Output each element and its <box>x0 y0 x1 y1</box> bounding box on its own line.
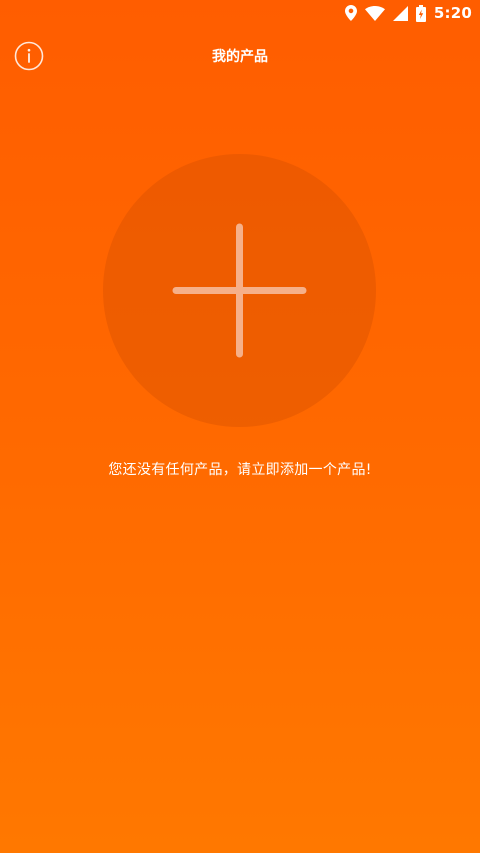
status-bar: 5:20 <box>0 0 480 25</box>
battery-charging-icon <box>415 4 426 22</box>
header: 我的产品 <box>0 36 480 76</box>
status-icons: 5:20 <box>344 2 472 24</box>
status-time: 5:20 <box>433 4 472 22</box>
empty-state-message: 您还没有任何产品，请立即添加一个产品! <box>108 462 372 478</box>
wifi-icon <box>364 5 385 21</box>
location-icon <box>344 5 357 21</box>
signal-icon <box>392 5 408 21</box>
plus-icon <box>172 223 307 358</box>
page-title: 我的产品 <box>212 49 268 65</box>
add-product-button[interactable] <box>103 154 376 427</box>
